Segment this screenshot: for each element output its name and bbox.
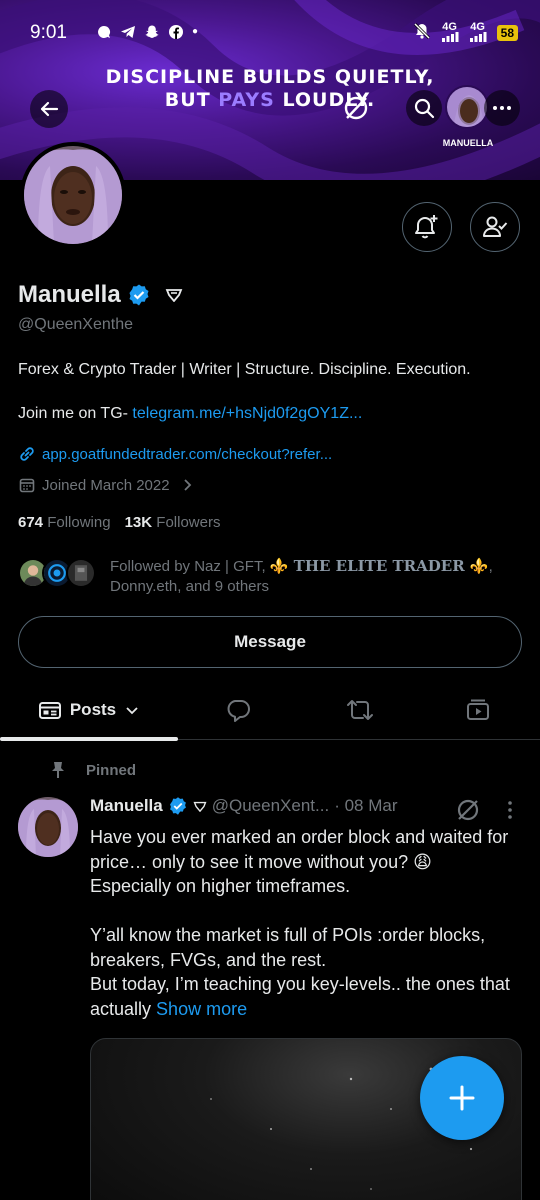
- more-vertical-icon: [508, 801, 512, 819]
- battery-indicator: 58: [496, 24, 518, 41]
- more-options-button[interactable]: [484, 90, 520, 126]
- post-paragraph-gap: [90, 899, 520, 924]
- tab-replies[interactable]: [200, 680, 276, 740]
- mini-avatar[interactable]: [445, 85, 489, 129]
- post-line-2: Especially on higher timeframes.: [90, 876, 351, 896]
- chevron-down-icon: [126, 707, 138, 715]
- dot-icon: ●: [192, 26, 199, 37]
- tab-posts-label: Posts: [69, 700, 117, 719]
- post-date[interactable]: · 08 Mar: [334, 796, 397, 816]
- post-author-name[interactable]: Manuella: [90, 796, 163, 816]
- video-icon: [467, 699, 489, 720]
- link-icon: [20, 447, 34, 461]
- profile-handle: @QueenXenthe: [18, 316, 133, 333]
- followed-by-text: Followed by Naz | GFT, ⚜️ THE ELITE TRAD…: [110, 557, 493, 595]
- compose-post-button[interactable]: [420, 1056, 504, 1140]
- pinned-label: Pinned: [86, 761, 137, 779]
- status-bar: 9:01 ● 4G 4G 58: [0, 0, 540, 60]
- repost-icon: [347, 700, 373, 720]
- status-time: 9:01: [30, 22, 67, 43]
- banner-headline-line1: DISCIPLINE BUILDS QUIETLY,: [105, 66, 435, 88]
- follower-avatar-3: [66, 558, 96, 588]
- pinned-indicator: Pinned: [48, 760, 136, 780]
- post-avatar[interactable]: [18, 797, 78, 857]
- tab-active-indicator: [0, 737, 178, 741]
- arrow-left-icon: [40, 101, 59, 117]
- reply-icon: [227, 700, 250, 722]
- profile-avatar[interactable]: [20, 142, 126, 248]
- chevron-right-icon: [183, 479, 191, 491]
- back-button[interactable]: [30, 90, 68, 128]
- profile-bio: Forex & Crypto Trader | Writer | Structu…: [18, 361, 471, 378]
- message-button[interactable]: Message: [18, 616, 522, 668]
- following-button[interactable]: [470, 202, 520, 252]
- signal-1-icon: 4G: [441, 22, 459, 42]
- following-count[interactable]: 674 Following: [18, 514, 111, 531]
- system-icons: 4G 4G 58: [413, 22, 518, 43]
- profile-tabs: Posts: [0, 680, 540, 741]
- post-header: Manuella @QueenXent... · 08 Mar: [90, 796, 398, 816]
- telegram-link[interactable]: telegram.me/+hsNjd0f2gOY1Z...: [132, 405, 362, 422]
- telegram-icon: [120, 24, 136, 44]
- grok-icon: [457, 799, 479, 821]
- grok-button[interactable]: [338, 90, 374, 126]
- telegram-prefix: Join me on TG-: [18, 405, 133, 422]
- bell-plus-icon: [415, 215, 438, 239]
- notification-icons: ●: [96, 24, 198, 44]
- post-line-3: Y’all know the market is full of POIs :o…: [90, 925, 486, 970]
- facebook-icon: [168, 24, 184, 44]
- profile-telegram: Join me on TG- telegram.me/+hsNjd0f2gOY1…: [18, 405, 362, 423]
- user-check-icon: [483, 216, 508, 237]
- tab-reposts[interactable]: [322, 680, 398, 740]
- website-link[interactable]: app.goatfundedtrader.com/checkout?refer.…: [42, 446, 332, 463]
- follower-avatars: [18, 556, 100, 590]
- profile-name: Manuella: [18, 281, 121, 308]
- posts-icon: [38, 702, 61, 719]
- followed-by[interactable]: Followed by Naz | GFT, ⚜️ THE ELITE TRAD…: [18, 556, 510, 597]
- profile-name-row: Manuella: [18, 281, 183, 309]
- tab-posts[interactable]: Posts: [0, 680, 178, 741]
- profile-website[interactable]: app.goatfundedtrader.com/checkout?refer.…: [18, 445, 332, 463]
- notification-button[interactable]: [402, 202, 452, 252]
- affiliate-badge-icon: [165, 289, 183, 302]
- pin-icon: [52, 762, 64, 778]
- post-line-1: Have you ever marked an order block and …: [90, 827, 509, 872]
- follow-counts: 674 Following 13K Followers: [18, 514, 220, 531]
- more-horizontal-icon: [493, 106, 511, 110]
- snapchat-icon: [144, 24, 160, 44]
- show-more-link[interactable]: Show more: [156, 999, 247, 1019]
- plus-icon: [449, 1085, 475, 1111]
- grok-icon: [344, 96, 368, 120]
- calendar-icon: [19, 478, 35, 493]
- joined-date: Joined March 2022: [42, 476, 170, 494]
- mute-bell-icon: [413, 22, 431, 43]
- tab-media[interactable]: [440, 680, 516, 740]
- mini-avatar-label: MANUELLA: [442, 138, 494, 148]
- post-line-4: But today, I’m teaching you key-levels..…: [90, 974, 510, 1019]
- chat-bubble-icon: [96, 24, 112, 44]
- followers-count[interactable]: 13K Followers: [125, 514, 221, 531]
- post-author-handle[interactable]: @QueenXent...: [212, 796, 329, 816]
- search-icon: [414, 98, 435, 119]
- avatar-image: [24, 146, 122, 244]
- post-text[interactable]: Have you ever marked an order block and …: [90, 825, 520, 1021]
- search-button[interactable]: [406, 90, 442, 126]
- affiliate-badge-icon: [193, 801, 207, 812]
- signal-2-icon: 4G: [469, 22, 487, 42]
- verified-badge-icon: [129, 284, 149, 306]
- avatar-image: [18, 797, 78, 857]
- post-more-button[interactable]: [504, 798, 516, 827]
- verified-badge-icon: [169, 797, 186, 815]
- profile-joined[interactable]: Joined March 2022: [18, 476, 194, 494]
